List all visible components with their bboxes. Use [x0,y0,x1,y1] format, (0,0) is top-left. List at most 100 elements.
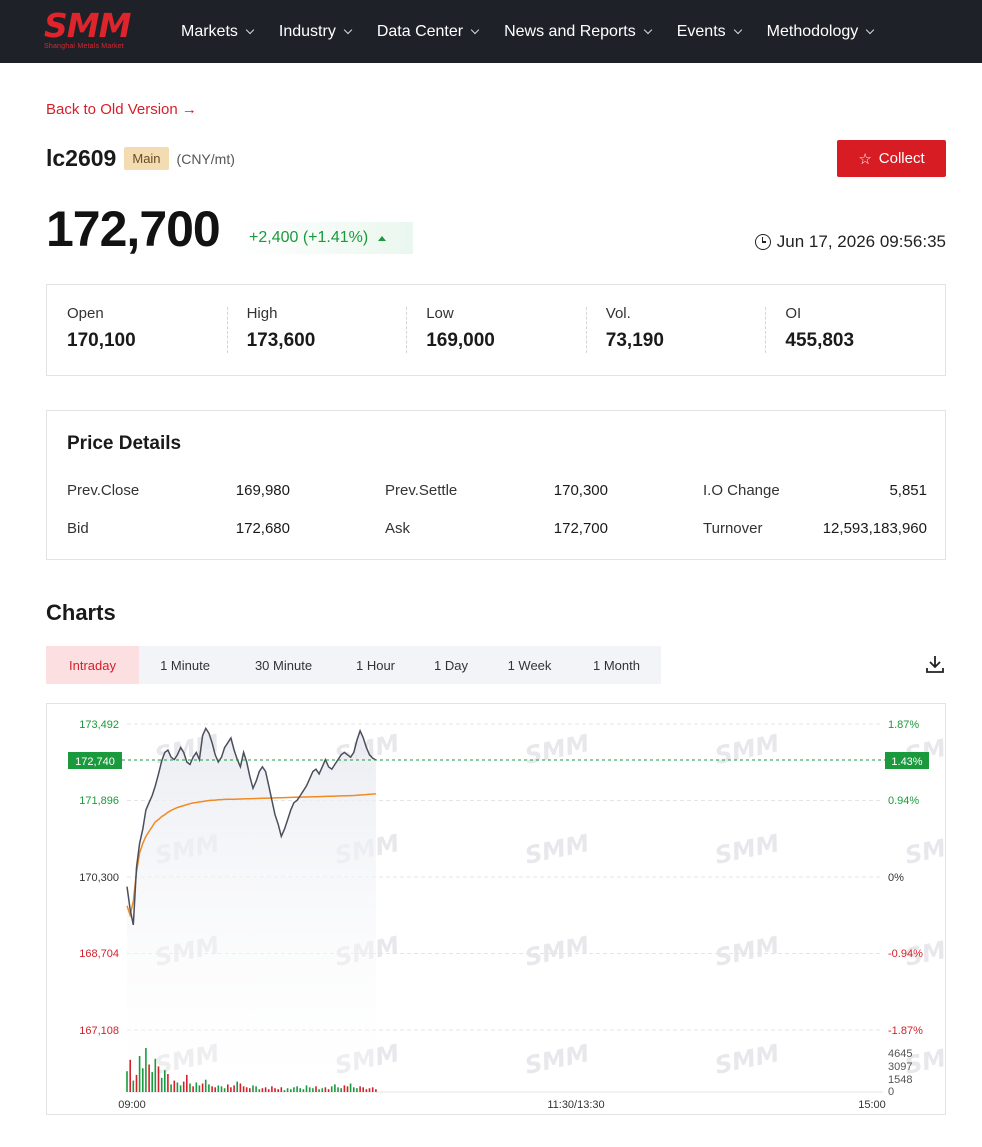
volume-bar [308,1087,311,1092]
stat-low: Low 169,000 [406,285,586,375]
nav-item-label: News and Reports [504,22,636,40]
y-tick-left: 167,108 [79,1025,119,1037]
tab-1-minute[interactable]: 1 Minute [139,646,231,684]
collect-button[interactable]: ☆ Collect [837,140,946,177]
detail-value: 169,980 [235,482,290,499]
volume-bar [198,1085,201,1092]
volume-bar [148,1064,150,1092]
tab-1-hour[interactable]: 1 Hour [336,646,415,684]
main-contract-badge: Main [124,147,169,170]
watermark-logo: SMM [902,829,946,870]
volume-bar [176,1082,179,1092]
detail-turnover: Turnover 12,593,183,960 [703,520,927,537]
detail-ask: Ask 172,700 [385,520,703,537]
volume-tick: 4645 [888,1048,912,1060]
watermark-logo: SMM [712,931,782,972]
triangle-up-icon [378,235,387,241]
volume-bar [182,1081,185,1092]
chevron-down-icon [343,25,353,34]
volume-bar [271,1086,273,1092]
detail-label: Turnover [703,520,763,537]
volume-bar [375,1089,377,1092]
volume-bar [126,1071,128,1092]
volume-bar [132,1080,135,1092]
price-change-value: +2,400 (+1.41%) [249,229,369,246]
volume-bar [242,1086,245,1092]
detail-label: Bid [67,520,89,537]
instrument-header: lc2609 Main (CNY/mt) [46,145,235,172]
volume-bar [208,1084,210,1092]
tab-1-day[interactable]: 1 Day [415,646,487,684]
volume-bar [255,1086,257,1092]
tab-30-minute[interactable]: 30 Minute [231,646,336,684]
volume-bar [362,1087,364,1092]
download-icon[interactable] [925,654,945,674]
volume-bar [142,1068,144,1092]
nav-item-label: Events [676,22,726,40]
details-row: Prev.Close 169,980 Prev.Settle 170,300 I.O… [67,482,927,499]
stat-label: OI [785,305,802,322]
detail-value: 172,700 [553,520,608,537]
nav-item-data-center[interactable]: Data Center [376,22,480,41]
watermark-logo: SMM [712,729,782,770]
volume-bar [290,1089,292,1092]
nav-item-events[interactable]: Events [676,22,742,41]
stat-value: 455,803 [785,330,855,351]
tab-intraday[interactable]: Intraday [46,646,139,684]
volume-bar [286,1088,289,1092]
detail-value: 5,851 [889,482,927,499]
volume-bar [220,1086,223,1092]
volume-bar [252,1085,254,1092]
volume-bar [223,1088,226,1092]
watermark-logo: SMM [522,829,592,870]
volume-bar [299,1088,301,1092]
watermark-logo: SMM [522,1039,592,1080]
nav-item-methodology[interactable]: Methodology [766,22,875,41]
volume-bar [138,1056,141,1092]
volume-tick: 1548 [888,1074,912,1086]
instrument-symbol: lc2609 [46,145,117,171]
intraday-chart: SMMSMMSMMSMMSMMSMMSMMSMMSMMSMMSMMSMMSMMS… [46,703,946,1115]
x-tick: 15:00 [858,1099,886,1111]
collect-label: Collect [878,150,925,167]
details-row: Bid 172,680 Ask 172,700 Turnover 12,593,183… [67,520,927,537]
y-tick-right: 0.94% [888,795,919,807]
volume-bar [330,1086,333,1092]
volume-bar [160,1077,163,1092]
volume-bar [129,1059,131,1092]
volume-bar [267,1089,270,1092]
volume-bar [283,1090,286,1092]
nav-item-markets[interactable]: Markets [181,23,255,41]
last-price: 172,700 [46,201,221,257]
smm-logo[interactable]: SMM Shanghai Metals Market [44,6,140,54]
nav-item-label: Data Center [376,22,464,40]
volume-bar [258,1089,261,1092]
nav-item-label: Methodology [766,22,859,40]
y-tick-right: 0% [888,872,904,884]
tab-1-week[interactable]: 1 Week [487,646,572,684]
y-tick-right: 1.87% [888,719,919,731]
stat-value: 173,600 [246,330,316,351]
volume-tick: 0 [888,1086,894,1098]
volume-bar [151,1072,153,1092]
volume-bar [135,1074,138,1092]
volume-bar [356,1088,358,1092]
nav-item-industry[interactable]: Industry [279,23,353,41]
x-tick: 11:30/13:30 [547,1099,604,1111]
volume-bar [189,1083,191,1092]
volume-tick: 3097 [888,1061,912,1073]
volume-bar [179,1085,182,1092]
watermark-logo: SMM [522,729,592,770]
back-to-old-version-link[interactable]: Back to Old Version → [46,101,197,118]
nav-item-news-and-reports[interactable]: News and Reports [504,22,652,41]
star-icon: ☆ [858,150,872,168]
stat-value: 170,100 [67,330,136,351]
tab-1-month[interactable]: 1 Month [572,646,661,684]
volume-bar [343,1085,346,1092]
stat-high: High 173,600 [226,285,407,375]
volume-bar [371,1087,374,1092]
logo-wordmark: SMM [44,6,131,45]
volume-bar [349,1083,352,1092]
detail-io-change: I.O Change 5,851 [703,482,927,499]
chevron-down-icon [470,25,480,34]
